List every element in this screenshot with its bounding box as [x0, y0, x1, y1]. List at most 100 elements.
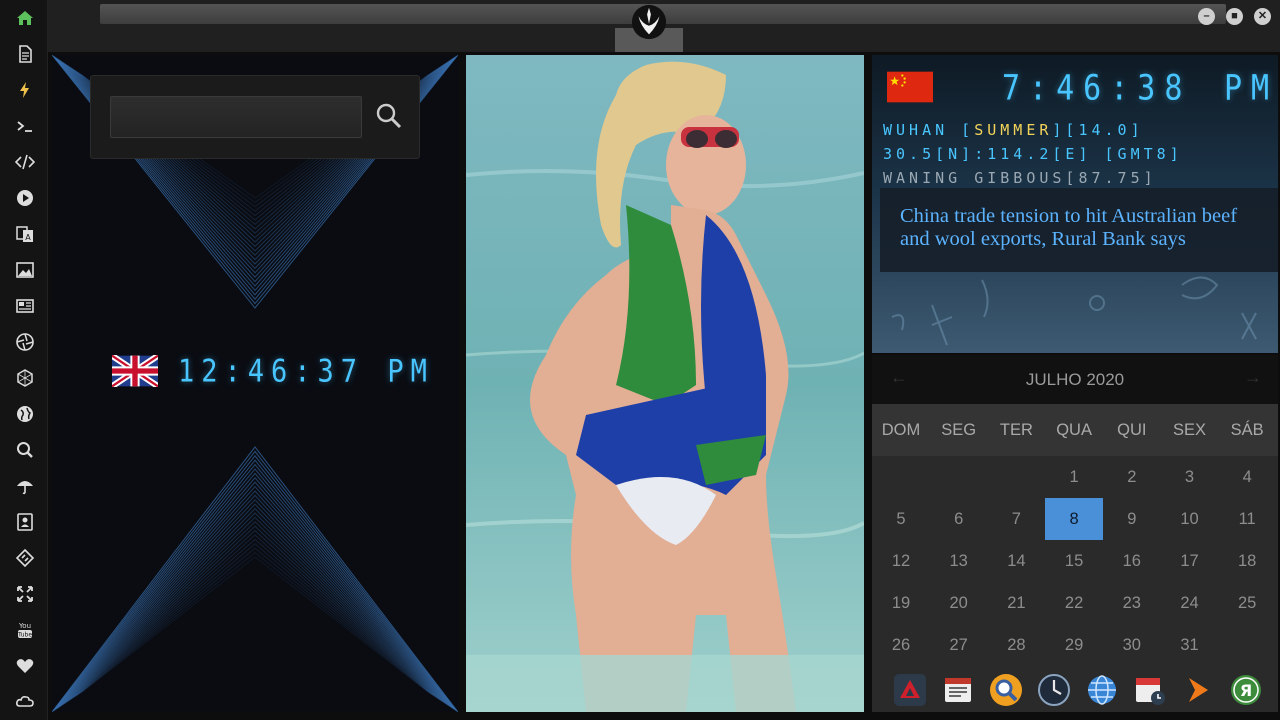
search-input[interactable] [110, 96, 362, 138]
code-icon[interactable] [10, 149, 40, 175]
calendar-day[interactable]: 23 [1103, 582, 1161, 624]
weekday-label: DOM [881, 421, 921, 439]
calendar-day[interactable]: 14 [987, 540, 1045, 582]
coordinates: 30.5[N]:114.2[E] [GMT8] [883, 145, 1183, 163]
rebel-logo-tab[interactable] [615, 2, 683, 52]
close-button[interactable]: ✕ [1254, 8, 1271, 25]
document-icon[interactable] [10, 41, 40, 67]
search-icon[interactable] [10, 437, 40, 463]
uk-time: 12:46:37 PM [178, 353, 434, 389]
weekday-label: SÁB [1230, 421, 1264, 439]
uk-ampm: PM [387, 353, 434, 389]
calendar-clock-icon[interactable] [1133, 673, 1167, 707]
hexagon-icon[interactable] [10, 365, 40, 391]
calendar-day[interactable]: 3 [1161, 456, 1219, 498]
calendar-day[interactable]: 4 [1218, 456, 1276, 498]
search-box [90, 75, 420, 159]
calendar-day[interactable]: 29 [1045, 624, 1103, 665]
calendar-title: JULHO 2020 [1025, 370, 1125, 389]
calendar-day[interactable]: 1 [1045, 456, 1103, 498]
image-icon[interactable] [10, 257, 40, 283]
lightning-icon[interactable] [10, 77, 40, 103]
svg-text:A: A [25, 233, 31, 242]
calendar-day[interactable]: 22 [1045, 582, 1103, 624]
calendar-day[interactable]: 30 [1103, 624, 1161, 665]
calendar-day[interactable]: 19 [872, 582, 930, 624]
youtube-label-tube: Tube [17, 632, 32, 639]
app-dock: Я [872, 665, 1278, 712]
calendar-day[interactable]: 26 [872, 624, 930, 665]
calendar-day[interactable]: 21 [987, 582, 1045, 624]
photo [466, 55, 864, 712]
uk-flag-icon [112, 355, 158, 387]
cloud-icon[interactable] [10, 689, 40, 715]
calendar-day[interactable]: 18 [1218, 540, 1276, 582]
news-headline[interactable]: China trade tension to hit Australian be… [880, 188, 1278, 272]
weekday-label: TER [999, 421, 1033, 439]
calendar-day[interactable]: 7 [987, 498, 1045, 540]
home-icon[interactable] [10, 5, 40, 31]
weekday-label: SEG [941, 421, 977, 439]
terminal-icon[interactable] [10, 113, 40, 139]
weekday-label: SEX [1172, 421, 1207, 439]
left-panel: 12:46:37 PM [52, 55, 458, 712]
calendar-day[interactable]: 20 [930, 582, 988, 624]
aperture-icon[interactable] [10, 329, 40, 355]
calendar-news-icon[interactable] [941, 673, 975, 707]
calendar-day[interactable]: 25 [1218, 582, 1276, 624]
arrow-app-icon[interactable] [1181, 673, 1215, 707]
calendar-day[interactable]: 9 [1103, 498, 1161, 540]
newspaper-icon[interactable] [10, 293, 40, 319]
globe-icon[interactable] [10, 401, 40, 427]
weekday-label: QUA [1056, 421, 1092, 439]
maximize-button[interactable]: ■ [1226, 8, 1243, 25]
red-triangle-app-icon[interactable] [893, 673, 927, 707]
calendar-day[interactable]: 28 [987, 624, 1045, 665]
sidebar: A You Tube [0, 0, 48, 720]
calendar: ← JULHO 2020 → DOM SEG TER QUA QUI SEX SÁB 123… [872, 355, 1278, 665]
heart-icon[interactable] [10, 653, 40, 679]
city-season-temp: WUHAN [SUMMER][14.0] [883, 121, 1144, 139]
calendar-day[interactable]: 17 [1161, 540, 1219, 582]
uk-time-value: 12:46:37 [178, 353, 365, 389]
yandex-icon[interactable]: Я [1229, 673, 1263, 707]
magnifier-icon [376, 103, 402, 129]
expand-icon[interactable] [10, 581, 40, 607]
china-time: 7:46:38 [1002, 68, 1192, 109]
weekday-label: QUI [1117, 421, 1147, 439]
clock-app-icon[interactable] [1037, 673, 1071, 707]
season: SUMMER [974, 121, 1053, 139]
contacts-icon[interactable] [10, 509, 40, 535]
translate-icon[interactable]: A [10, 221, 40, 247]
minimize-button[interactable]: – [1198, 8, 1215, 25]
svg-text:Я: Я [1240, 681, 1252, 700]
calendar-day[interactable]: 11 [1218, 498, 1276, 540]
calendar-day[interactable]: 2 [1103, 456, 1161, 498]
calendar-header: ← JULHO 2020 → [872, 355, 1278, 404]
calendar-day[interactable]: 12 [872, 540, 930, 582]
calendar-day[interactable]: 13 [930, 540, 988, 582]
youtube-icon[interactable]: You Tube [10, 617, 40, 643]
globe-app-icon[interactable] [1085, 673, 1119, 707]
calendar-day[interactable]: 6 [930, 498, 988, 540]
next-month-icon[interactable]: → [1244, 367, 1262, 388]
calendar-day[interactable]: 24 [1161, 582, 1219, 624]
calendar-day[interactable]: 10 [1161, 498, 1219, 540]
temperature: 14.0 [1078, 121, 1131, 139]
umbrella-icon[interactable] [10, 473, 40, 499]
city-name: WUHAN [883, 121, 949, 139]
calendar-day[interactable]: 16 [1103, 540, 1161, 582]
uk-clock: 12:46:37 PM [112, 353, 434, 389]
play-icon[interactable] [10, 185, 40, 211]
calendar-day[interactable]: 15 [1045, 540, 1103, 582]
calendar-day[interactable]: 27 [930, 624, 988, 665]
calendar-day[interactable]: 31 [1161, 624, 1219, 665]
beach-photo-image [466, 55, 864, 712]
rebel-alliance-icon [631, 4, 667, 40]
world-clock-panel: 7:46:38 PM WUHAN [SUMMER][14.0] 30.5[N]:… [872, 55, 1278, 353]
magnifier-app-icon[interactable] [989, 673, 1023, 707]
search-button[interactable] [371, 98, 407, 134]
calendar-day[interactable]: 5 [872, 498, 930, 540]
calendar-day-selected[interactable]: 8 [1045, 498, 1104, 540]
tag-icon[interactable] [10, 545, 40, 571]
